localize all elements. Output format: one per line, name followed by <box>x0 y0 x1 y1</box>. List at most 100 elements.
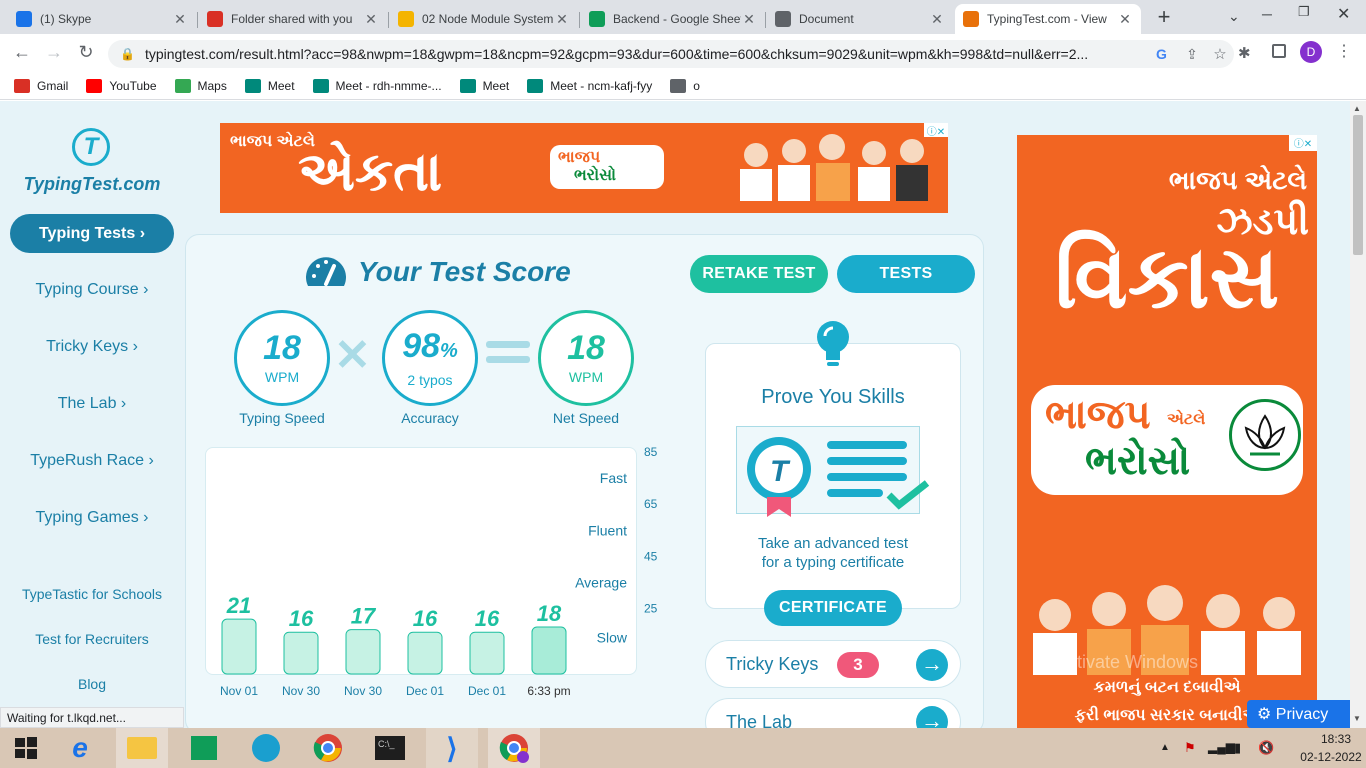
extensions-icon[interactable]: ✱ <box>1238 44 1251 62</box>
side-banner-ad[interactable]: ભાજપ એટલે ઝડપી વિકાસ ભાજપ એટલે ભરોસો કમળ… <box>1017 135 1317 735</box>
vscode-icon[interactable]: ⟩ <box>426 728 478 768</box>
minimize-button[interactable]: ─ <box>1262 6 1272 22</box>
bookmark-item[interactable]: o <box>670 78 700 93</box>
sidebar-link-2[interactable]: Test for Recruiters <box>0 631 184 647</box>
sidebar-item-1[interactable]: Typing Tests › <box>10 214 174 253</box>
bookmark-label: YouTube <box>109 78 157 93</box>
start-button[interactable] <box>0 728 52 768</box>
bookmark-item[interactable]: YouTube <box>86 78 157 93</box>
meet-icon <box>244 78 261 93</box>
bookmark-item[interactable]: Gmail <box>14 78 69 93</box>
store-icon[interactable] <box>178 728 230 768</box>
google-lens-icon[interactable]: G <box>1156 46 1178 62</box>
typing-speed-circle: 18 WPM <box>234 310 330 406</box>
bookmark-item[interactable]: Meet <box>244 78 295 93</box>
retake-test-button[interactable]: RETAKE TEST <box>690 255 828 293</box>
sidebar-link-3[interactable]: Blog <box>0 676 184 692</box>
typingtest-icon <box>963 11 979 27</box>
typingtest-logo-icon[interactable]: T <box>72 128 110 166</box>
share-icon[interactable]: ⇪ <box>1178 46 1206 63</box>
tests-button[interactable]: TESTS <box>837 255 975 293</box>
tab-2[interactable]: Folder shared with you ✕ <box>199 4 387 34</box>
skype-icon <box>16 11 32 27</box>
privacy-button[interactable]: ⚙ Privacy <box>1247 700 1350 728</box>
tab-4[interactable]: Backend - Google Sheets ✕ <box>581 4 765 34</box>
tab-search-icon[interactable]: ⌄ <box>1228 8 1240 25</box>
new-tab-button[interactable]: + <box>1150 6 1178 30</box>
multiply-icon: ✕ <box>334 331 371 380</box>
sidebar-link-1[interactable]: TypeTastic for Schools <box>0 586 184 602</box>
y-tick-label: 25 <box>644 602 658 616</box>
tab-3[interactable]: 02 Node Module System ✕ <box>390 4 578 34</box>
top-banner-ad[interactable]: ભાજપ એટલે એકતા ભાજપ ભરોસો ⓘ✕ <box>220 123 948 213</box>
sidebar-item-6[interactable]: Typing Games › <box>0 509 184 527</box>
volume-icon[interactable]: 🔇 <box>1258 740 1274 756</box>
tab-6[interactable]: TypingTest.com - View ✕ <box>955 4 1141 34</box>
tab-close-icon[interactable]: ✕ <box>929 11 945 28</box>
scrollbar-thumb[interactable] <box>1353 115 1363 255</box>
bookmark-star-icon[interactable]: ☆ <box>1206 45 1234 63</box>
tab-close-icon[interactable]: ✕ <box>363 11 379 28</box>
ad-choices-icon[interactable]: ⓘ✕ <box>924 123 948 138</box>
bookmark-item[interactable]: Meet <box>459 78 509 93</box>
bar-value-label: 16 <box>413 606 438 631</box>
sidebar-item-3[interactable]: Tricky Keys › <box>0 338 184 356</box>
sidebar-item-2[interactable]: Typing Course › <box>0 281 184 299</box>
scroll-down-arrow[interactable]: ▼ <box>1353 714 1361 723</box>
history-chart: 25 45 65 85 Slow Average Fluent Fast 21 Nov 01 16 N… <box>220 445 658 698</box>
ie-icon[interactable]: e <box>54 728 106 768</box>
file-explorer-icon[interactable] <box>116 728 168 768</box>
bookmark-item[interactable]: Meet - rdh-nmme-... <box>312 78 442 93</box>
meet-icon <box>312 78 329 93</box>
certificate-button[interactable]: CERTIFICATE <box>764 590 902 626</box>
sidebar-item-4[interactable]: The Lab › <box>0 395 184 413</box>
reload-button[interactable]: ↻ <box>72 38 100 66</box>
forward-button[interactable]: → <box>40 38 68 66</box>
bar-value-label: 18 <box>537 601 562 626</box>
network-alert-icon[interactable]: ⚑ <box>1184 740 1196 756</box>
chrome-icon[interactable] <box>302 728 354 768</box>
tricky-keys-badge: 3 <box>837 652 879 678</box>
x-tick-label: Dec 01 <box>468 684 506 698</box>
chrome-profile-icon[interactable] <box>488 728 540 768</box>
profile-avatar[interactable]: D <box>1300 41 1322 63</box>
edge-icon[interactable] <box>240 728 292 768</box>
battery-icon[interactable]: ▮ <box>1234 740 1241 756</box>
accuracy-value: 98 <box>402 326 441 365</box>
net-speed-circle: 18 WPM <box>538 310 634 406</box>
tab-close-icon[interactable]: ✕ <box>172 11 188 28</box>
clock-date[interactable]: 02-12-2022 <box>1300 750 1362 764</box>
restore-button[interactable]: ❐ <box>1298 4 1310 20</box>
signal-icon[interactable]: ▂▄▆ <box>1208 740 1235 754</box>
tab-separator <box>579 12 580 28</box>
clock-time[interactable]: 18:33 <box>1312 732 1360 746</box>
ad-right-choices-icon[interactable]: ⓘ✕ <box>1289 135 1317 151</box>
site-logo-text[interactable]: TypingTest.com <box>0 174 184 195</box>
tricky-keys-arrow-icon[interactable]: → <box>916 649 948 681</box>
terminal-icon[interactable]: C:\_ <box>364 728 416 768</box>
sidebar-item-5[interactable]: TypeRush Race › <box>0 452 184 470</box>
back-button[interactable]: ← <box>8 38 36 66</box>
bookmark-label: Gmail <box>37 78 69 93</box>
tab-close-icon[interactable]: ✕ <box>554 11 570 28</box>
close-window-button[interactable]: ✕ <box>1337 4 1350 24</box>
menu-icon[interactable]: ⋮ <box>1336 41 1352 61</box>
sidepanel-icon[interactable] <box>1272 44 1286 58</box>
tab-close-icon[interactable]: ✕ <box>1117 11 1133 28</box>
bookmark-item[interactable]: Maps <box>174 78 227 93</box>
bar <box>531 626 567 675</box>
address-bar[interactable]: 🔒 typingtest.com/result.html?acc=98&nwpm… <box>108 40 1234 68</box>
prove-desc-line2: for a typing certificate <box>761 554 905 571</box>
tab-5[interactable]: Document ✕ <box>767 4 953 34</box>
bookmark-item[interactable]: Meet - ncm-kafj-fyy <box>527 78 652 93</box>
tray-chevron-icon[interactable]: ▲ <box>1160 742 1170 753</box>
tab-1[interactable]: (1) Skype ✕ <box>8 4 196 34</box>
tab-close-icon[interactable]: ✕ <box>741 11 757 28</box>
tab-title: (1) Skype <box>40 12 92 26</box>
accuracy-circle: 98% 2 typos <box>382 310 478 406</box>
ad-right-badge-small: એટલે <box>1167 411 1206 428</box>
ad-top-badge-1: ભાજપ <box>558 149 601 166</box>
bookmark-label: Maps <box>197 78 227 93</box>
scroll-up-arrow[interactable]: ▲ <box>1353 104 1361 113</box>
lightbulb-icon <box>816 320 850 370</box>
